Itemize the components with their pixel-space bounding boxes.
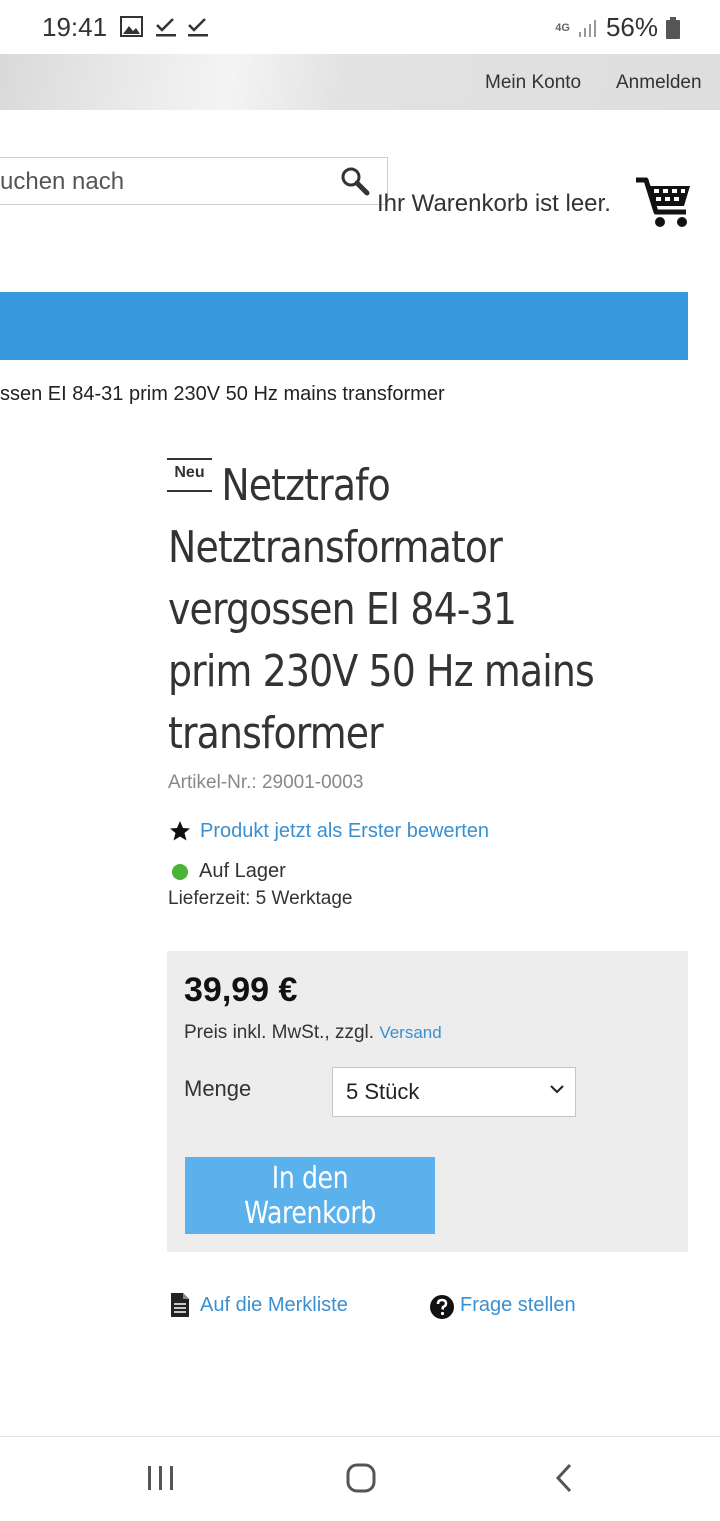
network-label: 4G [555, 21, 570, 34]
battery-icon [666, 16, 680, 39]
breadcrumb[interactable]: ssen EI 84-31 prim 230V 50 Hz mains tran… [0, 383, 445, 406]
search-placeholder: uchen nach [0, 168, 125, 195]
top-banner [0, 54, 720, 110]
ask-question-link[interactable]: Frage stellen [460, 1294, 576, 1317]
check-icon-2 [188, 18, 208, 37]
stock-status: Auf Lager [199, 860, 286, 882]
rate-product-link[interactable]: Produkt jetzt als Erster bewerten [200, 820, 489, 843]
add-to-cart-button[interactable]: In den Warenkorb [185, 1157, 435, 1234]
document-icon [171, 1293, 189, 1317]
vat-info: Preis inkl. MwSt., zzgl. Versand [184, 1022, 442, 1044]
quantity-value: 5 Stück [346, 1079, 420, 1104]
article-number: Artikel-Nr.: 29001-0003 [168, 772, 364, 793]
gallery-icon [120, 16, 143, 37]
status-right: 4G 56% [555, 12, 680, 43]
price: 39,99 € [184, 971, 298, 1009]
signal-icon [578, 19, 596, 37]
delivery-time: Lieferzeit: 5 Werktage [168, 888, 353, 909]
star-icon [170, 821, 190, 841]
question-icon [430, 1295, 454, 1319]
product-title: Netztrafo Netztransformator vergossen EI… [168, 460, 595, 759]
vat-text: Preis inkl. MwSt., zzgl. [184, 1022, 375, 1043]
shipping-link[interactable]: Versand [379, 1023, 441, 1042]
cart-status[interactable]: Ihr Warenkorb ist leer. [377, 190, 611, 218]
login-link[interactable]: Anmelden [616, 72, 702, 94]
cart-icon[interactable] [634, 176, 692, 230]
search-icon[interactable] [340, 166, 372, 198]
home-icon[interactable] [345, 1462, 377, 1494]
recent-apps-icon[interactable] [146, 1464, 176, 1492]
quantity-label: Menge [184, 1076, 252, 1101]
my-account-link[interactable]: Mein Konto [485, 72, 581, 94]
battery-percent: 56% [605, 12, 658, 42]
check-icon [156, 18, 176, 37]
main-navigation-bar[interactable] [0, 292, 688, 360]
wishlist-link[interactable]: Auf die Merkliste [200, 1294, 348, 1317]
stock-indicator-icon [172, 864, 188, 880]
status-time: 19:41 [42, 12, 108, 42]
chevron-down-icon [550, 1085, 564, 1094]
back-icon[interactable] [552, 1462, 576, 1494]
